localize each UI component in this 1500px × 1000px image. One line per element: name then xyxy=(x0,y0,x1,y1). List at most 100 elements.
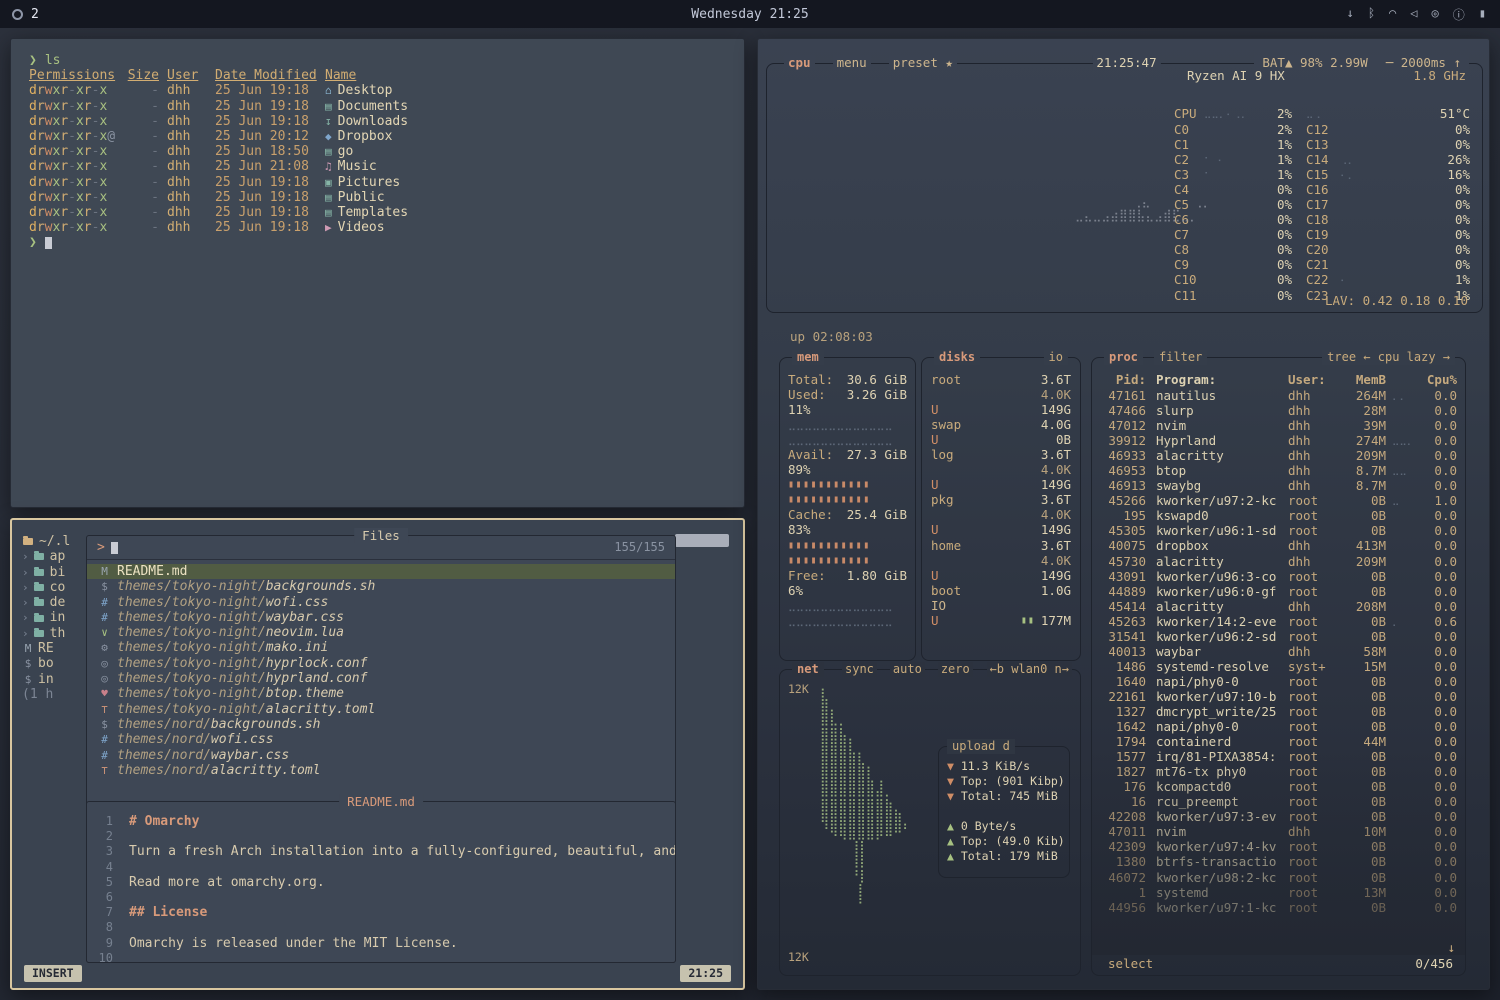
download-icon[interactable]: ↓ xyxy=(1347,6,1354,23)
picker-item[interactable]: ◎themes/tokyo-night/hyprland.conf xyxy=(87,671,675,686)
process-row[interactable]: 46933alacrittydhh209M0.0 xyxy=(1100,448,1457,463)
tree-item-th[interactable]: ›th xyxy=(22,626,88,641)
tab-cpu[interactable]: cpu xyxy=(784,55,815,70)
tree-item-bo[interactable]: $bo xyxy=(22,656,88,671)
picker-item[interactable]: #themes/tokyo-night/waybar.css xyxy=(87,610,675,625)
process-row[interactable]: 45414alacrittydhh208M0.0 xyxy=(1100,599,1457,614)
btop-window[interactable]: cpu menu preset ★ 21:25:47 BAT▲ 98% 2.99… xyxy=(757,38,1490,990)
proc-header-1[interactable]: Program: xyxy=(1156,372,1288,387)
volume-icon[interactable]: ◁ xyxy=(1410,6,1417,23)
picker-item[interactable]: ∨themes/tokyo-night/neovim.lua xyxy=(87,625,675,640)
picker-item[interactable]: ⊤themes/tokyo-night/alacritty.toml xyxy=(87,702,675,717)
picker-item[interactable]: #themes/nord/wofi.css xyxy=(87,732,675,747)
proc-sort-options[interactable]: tree ← cpu lazy → xyxy=(1322,350,1455,365)
process-row[interactable]: 46913swaybgdhh8.7M0.0 xyxy=(1100,478,1457,493)
disks-title[interactable]: disks xyxy=(934,350,980,365)
ls-header-name: Name xyxy=(325,68,730,83)
process-row[interactable]: 47012nvimdhh39M0.0 xyxy=(1100,418,1457,433)
tree-item-RE[interactable]: MRE xyxy=(22,641,88,656)
picker-item[interactable]: $themes/tokyo-night/backgrounds.sh xyxy=(87,579,675,594)
filter-button[interactable]: filter xyxy=(1154,350,1207,365)
menu-button[interactable]: menu xyxy=(833,55,871,70)
folder-icon xyxy=(34,630,44,637)
picker-item[interactable]: MREADME.md xyxy=(87,564,675,579)
picker-item[interactable]: #themes/nord/waybar.css xyxy=(87,748,675,763)
process-row[interactable]: 1642napi/phy0-0root0B0.0 xyxy=(1100,719,1457,734)
net-option-3[interactable]: ←b wlan0 n→ xyxy=(987,662,1072,677)
process-row[interactable]: 46953btopdhh8.7M⣀⣀0.0 xyxy=(1100,463,1457,478)
files-picker[interactable]: Files > 155/155 MREADME.md$themes/tokyo-… xyxy=(86,535,676,963)
process-row[interactable]: 22161kworker/u97:10-broot0B0.0 xyxy=(1100,689,1457,704)
tree-item-de[interactable]: ›de xyxy=(22,595,88,610)
process-row[interactable]: 1systemdroot13M0.0 xyxy=(1100,885,1457,900)
picker-item[interactable]: #themes/tokyo-night/wofi.css xyxy=(87,595,675,610)
process-row[interactable]: 40013waybardhh58M0.0 xyxy=(1100,644,1457,659)
net-option-1[interactable]: auto xyxy=(890,662,925,677)
proc-title[interactable]: proc xyxy=(1104,350,1143,365)
process-row[interactable]: 42208kworker/u97:3-evroot0B0.0 xyxy=(1100,809,1457,824)
proc-header-2[interactable]: User: xyxy=(1288,372,1340,387)
process-row[interactable]: 31541kworker/u96:2-sdroot0B0.0 xyxy=(1100,629,1457,644)
process-row[interactable]: 47011nvimdhh10M0.0 xyxy=(1100,824,1457,839)
tree-item-bi[interactable]: ›bi xyxy=(22,565,88,580)
proc-header-0[interactable]: Pid: xyxy=(1100,372,1146,387)
process-row[interactable]: 45263kworker/14:2-everoot0B⡀0.6 xyxy=(1100,614,1457,629)
process-row[interactable]: 42309kworker/u97:4-kvroot0B0.0 xyxy=(1100,839,1457,854)
process-row[interactable]: 1327dmcrypt_write/25root0B0.0 xyxy=(1100,704,1457,719)
process-row[interactable]: 44956kworker/u97:1-kcroot0B0.0 xyxy=(1100,900,1457,915)
bluetooth-icon[interactable]: ᛒ xyxy=(1368,6,1375,23)
workspace-number[interactable]: 2 xyxy=(31,7,39,22)
net-option-0[interactable]: sync xyxy=(842,662,877,677)
wifi-icon[interactable]: ◠ xyxy=(1389,6,1396,23)
process-row[interactable]: 1486systemd-resolvesyst+15M0.0 xyxy=(1100,659,1457,674)
proc-header-3[interactable]: MemB xyxy=(1340,372,1386,387)
process-row[interactable]: 16rcu_preemptroot0B0.0 xyxy=(1100,794,1457,809)
neovim-window[interactable]: ~/.l ›ap›bi›co›de›in›thMRE$bo$in(1 h Fil… xyxy=(10,518,745,990)
file-row: drwxr-xr-x-dhh25 Jun 19:18▤Public xyxy=(29,190,730,205)
picker-item[interactable]: ⊤themes/nord/alacritty.toml xyxy=(87,763,675,778)
process-row[interactable]: 195kswapd0root0B0.0 xyxy=(1100,508,1457,523)
picker-item[interactable]: $themes/nord/backgrounds.sh xyxy=(87,717,675,732)
tree-root[interactable]: ~/.l xyxy=(22,534,88,549)
select-hint[interactable]: select xyxy=(1108,956,1153,971)
process-row[interactable]: 1794containerdroot44M0.0 xyxy=(1100,734,1457,749)
process-row[interactable]: 45266kworker/u97:2-kcroot0B⣀1.0 xyxy=(1100,493,1457,508)
scroll-down-indicator[interactable]: ↓ xyxy=(1447,940,1455,955)
proc-header-4[interactable]: Cpu% xyxy=(1421,372,1457,387)
picker-item[interactable]: ⚙themes/tokyo-night/mako.ini xyxy=(87,640,675,655)
tree-item-co[interactable]: ›co xyxy=(22,580,88,595)
refresh-interval[interactable]: ─ 2000ms ↑ xyxy=(1382,55,1465,70)
tree-item-1h[interactable]: (1 h xyxy=(22,687,88,702)
process-row[interactable]: 45730alacrittydhh209M0.0 xyxy=(1100,554,1457,569)
process-row[interactable]: 45305kworker/u96:1-sdroot0B0.0 xyxy=(1100,523,1457,538)
workspace-indicator[interactable]: 2 xyxy=(0,7,39,22)
tree-item-ap[interactable]: ›ap xyxy=(22,549,88,564)
tree-item-in[interactable]: $in xyxy=(22,672,88,687)
process-row[interactable]: 47161nautilusdhh264M⡀⡀0.0 xyxy=(1100,388,1457,403)
process-row[interactable]: 47466slurpdhh28M0.0 xyxy=(1100,403,1457,418)
preset-button[interactable]: preset ★ xyxy=(889,55,957,70)
process-row[interactable]: 1380btrfs-transactioroot0B0.0 xyxy=(1100,854,1457,869)
net-option-2[interactable]: zero xyxy=(938,662,973,677)
battery-icon[interactable]: ▮ xyxy=(1479,6,1486,23)
terminal-window[interactable]: ❯ ls PermissionsSizeUserDate ModifiedNam… xyxy=(10,38,745,508)
upload-title[interactable]: upload d xyxy=(947,739,1015,754)
mem-title[interactable]: mem xyxy=(792,350,824,365)
process-row[interactable]: 46072kworker/u98:2-kcroot0B0.0 xyxy=(1100,870,1457,885)
net-title[interactable]: net xyxy=(792,662,824,677)
process-row[interactable]: 43091kworker/u96:3-coroot0B0.0 xyxy=(1100,569,1457,584)
process-row[interactable]: 1577irq/81-PIXA3854:root0B0.0 xyxy=(1100,749,1457,764)
info-icon[interactable]: ⓘ xyxy=(1453,6,1465,23)
process-row[interactable]: 176kcompactd0root0B0.0 xyxy=(1100,779,1457,794)
process-row[interactable]: 39912Hyprlanddhh274M⣀⣀⡀0.0 xyxy=(1100,433,1457,448)
picker-item[interactable]: ◎themes/tokyo-night/hyprlock.conf xyxy=(87,656,675,671)
command-line-next[interactable]: ❯ xyxy=(29,235,730,250)
process-row[interactable]: 44889kworker/u96:0-gfroot0B0.0 xyxy=(1100,584,1457,599)
tree-item-in[interactable]: ›in xyxy=(22,610,88,625)
process-row[interactable]: 1827mt76-tx phy0root0B0.0 xyxy=(1100,764,1457,779)
mic-icon[interactable]: ◎ xyxy=(1432,6,1439,23)
process-row[interactable]: 40075dropboxdhh413M0.0 xyxy=(1100,538,1457,553)
io-toggle[interactable]: io xyxy=(1044,350,1068,365)
process-row[interactable]: 1640napi/phy0-0root0B0.0 xyxy=(1100,674,1457,689)
picker-item[interactable]: ♥themes/tokyo-night/btop.theme xyxy=(87,686,675,701)
